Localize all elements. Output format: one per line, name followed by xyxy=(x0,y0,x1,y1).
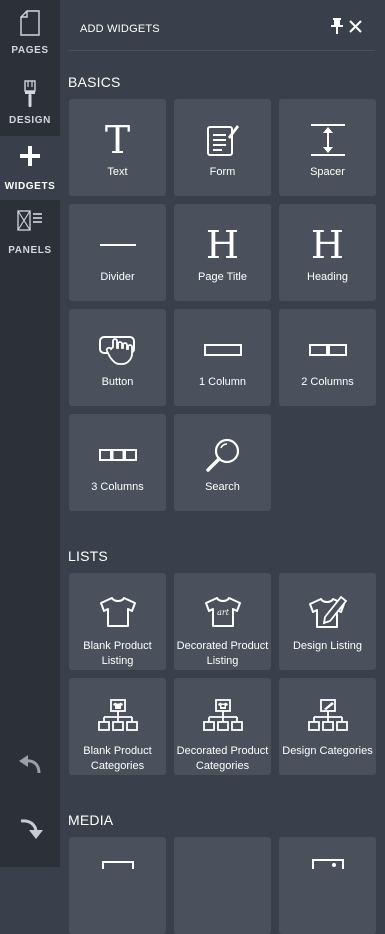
three-columns-icon xyxy=(98,449,137,461)
widget-tile-design-categories[interactable]: Design Categories xyxy=(279,678,376,775)
widget-label: Blank Product Categories xyxy=(83,745,152,772)
widget-label: Search xyxy=(205,481,240,493)
media-icon xyxy=(312,859,344,869)
brush-icon xyxy=(24,80,36,107)
page-icon xyxy=(20,10,40,36)
header-divider xyxy=(68,50,375,51)
widget-label: Heading xyxy=(307,271,348,283)
widget-label: Divider xyxy=(100,271,135,283)
widget-label: Text xyxy=(107,166,128,178)
two-columns-icon xyxy=(308,344,347,356)
heading-icon: H xyxy=(310,223,345,267)
button-icon xyxy=(98,336,135,365)
tshirt-icon xyxy=(99,597,136,627)
design-tree-icon xyxy=(307,699,348,731)
decorated-tree-icon xyxy=(202,699,243,731)
widget-tile-blank-product-listing[interactable]: Blank Product Listing xyxy=(69,573,166,670)
widget-label: Button xyxy=(101,376,134,388)
divider-icon xyxy=(99,244,136,246)
tshirt-tree-icon xyxy=(97,699,138,731)
widget-tile-design-listing[interactable]: Design Listing xyxy=(279,573,376,670)
redo-icon[interactable] xyxy=(17,817,43,839)
svg-text:art: art xyxy=(217,608,230,617)
add-widgets-panel: ADD WIDGETS BASICS T Text Form Spacer Di… xyxy=(60,0,385,934)
widget-label: Page Title xyxy=(198,271,247,283)
decorated-tshirt-icon: art xyxy=(204,597,241,627)
widget-tile-divider[interactable]: Divider xyxy=(69,204,166,301)
widget-tile-button[interactable]: Button xyxy=(69,309,166,406)
widget-tile-1-column[interactable]: 1 Column xyxy=(174,309,271,406)
widget-label: Design Listing xyxy=(292,640,363,652)
widget-label: Form xyxy=(209,166,236,178)
widget-label: Design Categories xyxy=(282,745,373,757)
widget-tile-decorated-product-categories[interactable]: Decorated Product Categories xyxy=(174,678,271,775)
widget-tile-page-title[interactable]: H Page Title xyxy=(174,204,271,301)
widget-tile-decorated-product-listing[interactable]: art Decorated Product Listing xyxy=(174,573,271,670)
panels-icon xyxy=(17,210,42,231)
rail-item-pages[interactable]: PAGES xyxy=(0,0,60,64)
text-icon: T xyxy=(104,118,131,162)
close-icon[interactable] xyxy=(349,20,362,33)
plus-icon xyxy=(20,146,40,166)
side-rail: PAGES DESIGN WIDGETS PANELS xyxy=(0,0,60,867)
widget-tile-heading[interactable]: H Heading xyxy=(279,204,376,301)
widget-label: 3 Columns xyxy=(91,481,144,493)
rail-label-design: DESIGN xyxy=(9,115,51,126)
pin-icon[interactable] xyxy=(330,18,344,34)
widget-label: Spacer xyxy=(310,166,345,178)
section-title-media: MEDIA xyxy=(68,812,114,828)
section-title-basics: BASICS xyxy=(68,74,121,90)
widget-tile-text[interactable]: T Text xyxy=(69,99,166,196)
rail-label-widgets: WIDGETS xyxy=(4,181,56,192)
widget-tile-2-columns[interactable]: 2 Columns xyxy=(279,309,376,406)
widget-tile-form[interactable]: Form xyxy=(174,99,271,196)
spacer-icon xyxy=(310,124,345,156)
widget-tile-media-2[interactable] xyxy=(174,837,271,934)
widget-tile-spacer[interactable]: Spacer xyxy=(279,99,376,196)
one-column-icon xyxy=(203,344,242,356)
form-icon xyxy=(206,125,239,156)
rail-label-pages: PAGES xyxy=(11,45,49,56)
widget-tile-media-3[interactable] xyxy=(279,837,376,934)
widget-label: 1 Column xyxy=(198,376,247,388)
widget-tile-blank-product-categories[interactable]: Blank Product Categories xyxy=(69,678,166,775)
rail-item-design[interactable]: DESIGN xyxy=(0,70,60,134)
widget-label: Decorated Product Listing xyxy=(176,640,269,667)
panel-title: ADD WIDGETS xyxy=(80,23,160,35)
design-tshirt-icon xyxy=(308,595,347,628)
page-title-icon: H xyxy=(205,223,240,267)
section-title-lists: LISTS xyxy=(68,548,108,564)
undo-icon[interactable] xyxy=(17,755,43,777)
media-icon xyxy=(102,861,134,869)
widget-tile-3-columns[interactable]: 3 Columns xyxy=(69,414,166,511)
widget-label: 2 Columns xyxy=(301,376,354,388)
widget-tile-search[interactable]: Search xyxy=(174,414,271,511)
rail-label-panels: PANELS xyxy=(8,245,52,256)
widget-tile-media-1[interactable] xyxy=(69,837,166,934)
rail-item-widgets[interactable]: WIDGETS xyxy=(0,136,60,200)
widget-label: Blank Product Listing xyxy=(83,640,152,667)
rail-item-panels[interactable]: PANELS xyxy=(0,200,60,264)
widget-label: Decorated Product Categories xyxy=(176,745,269,772)
search-icon xyxy=(205,438,239,472)
